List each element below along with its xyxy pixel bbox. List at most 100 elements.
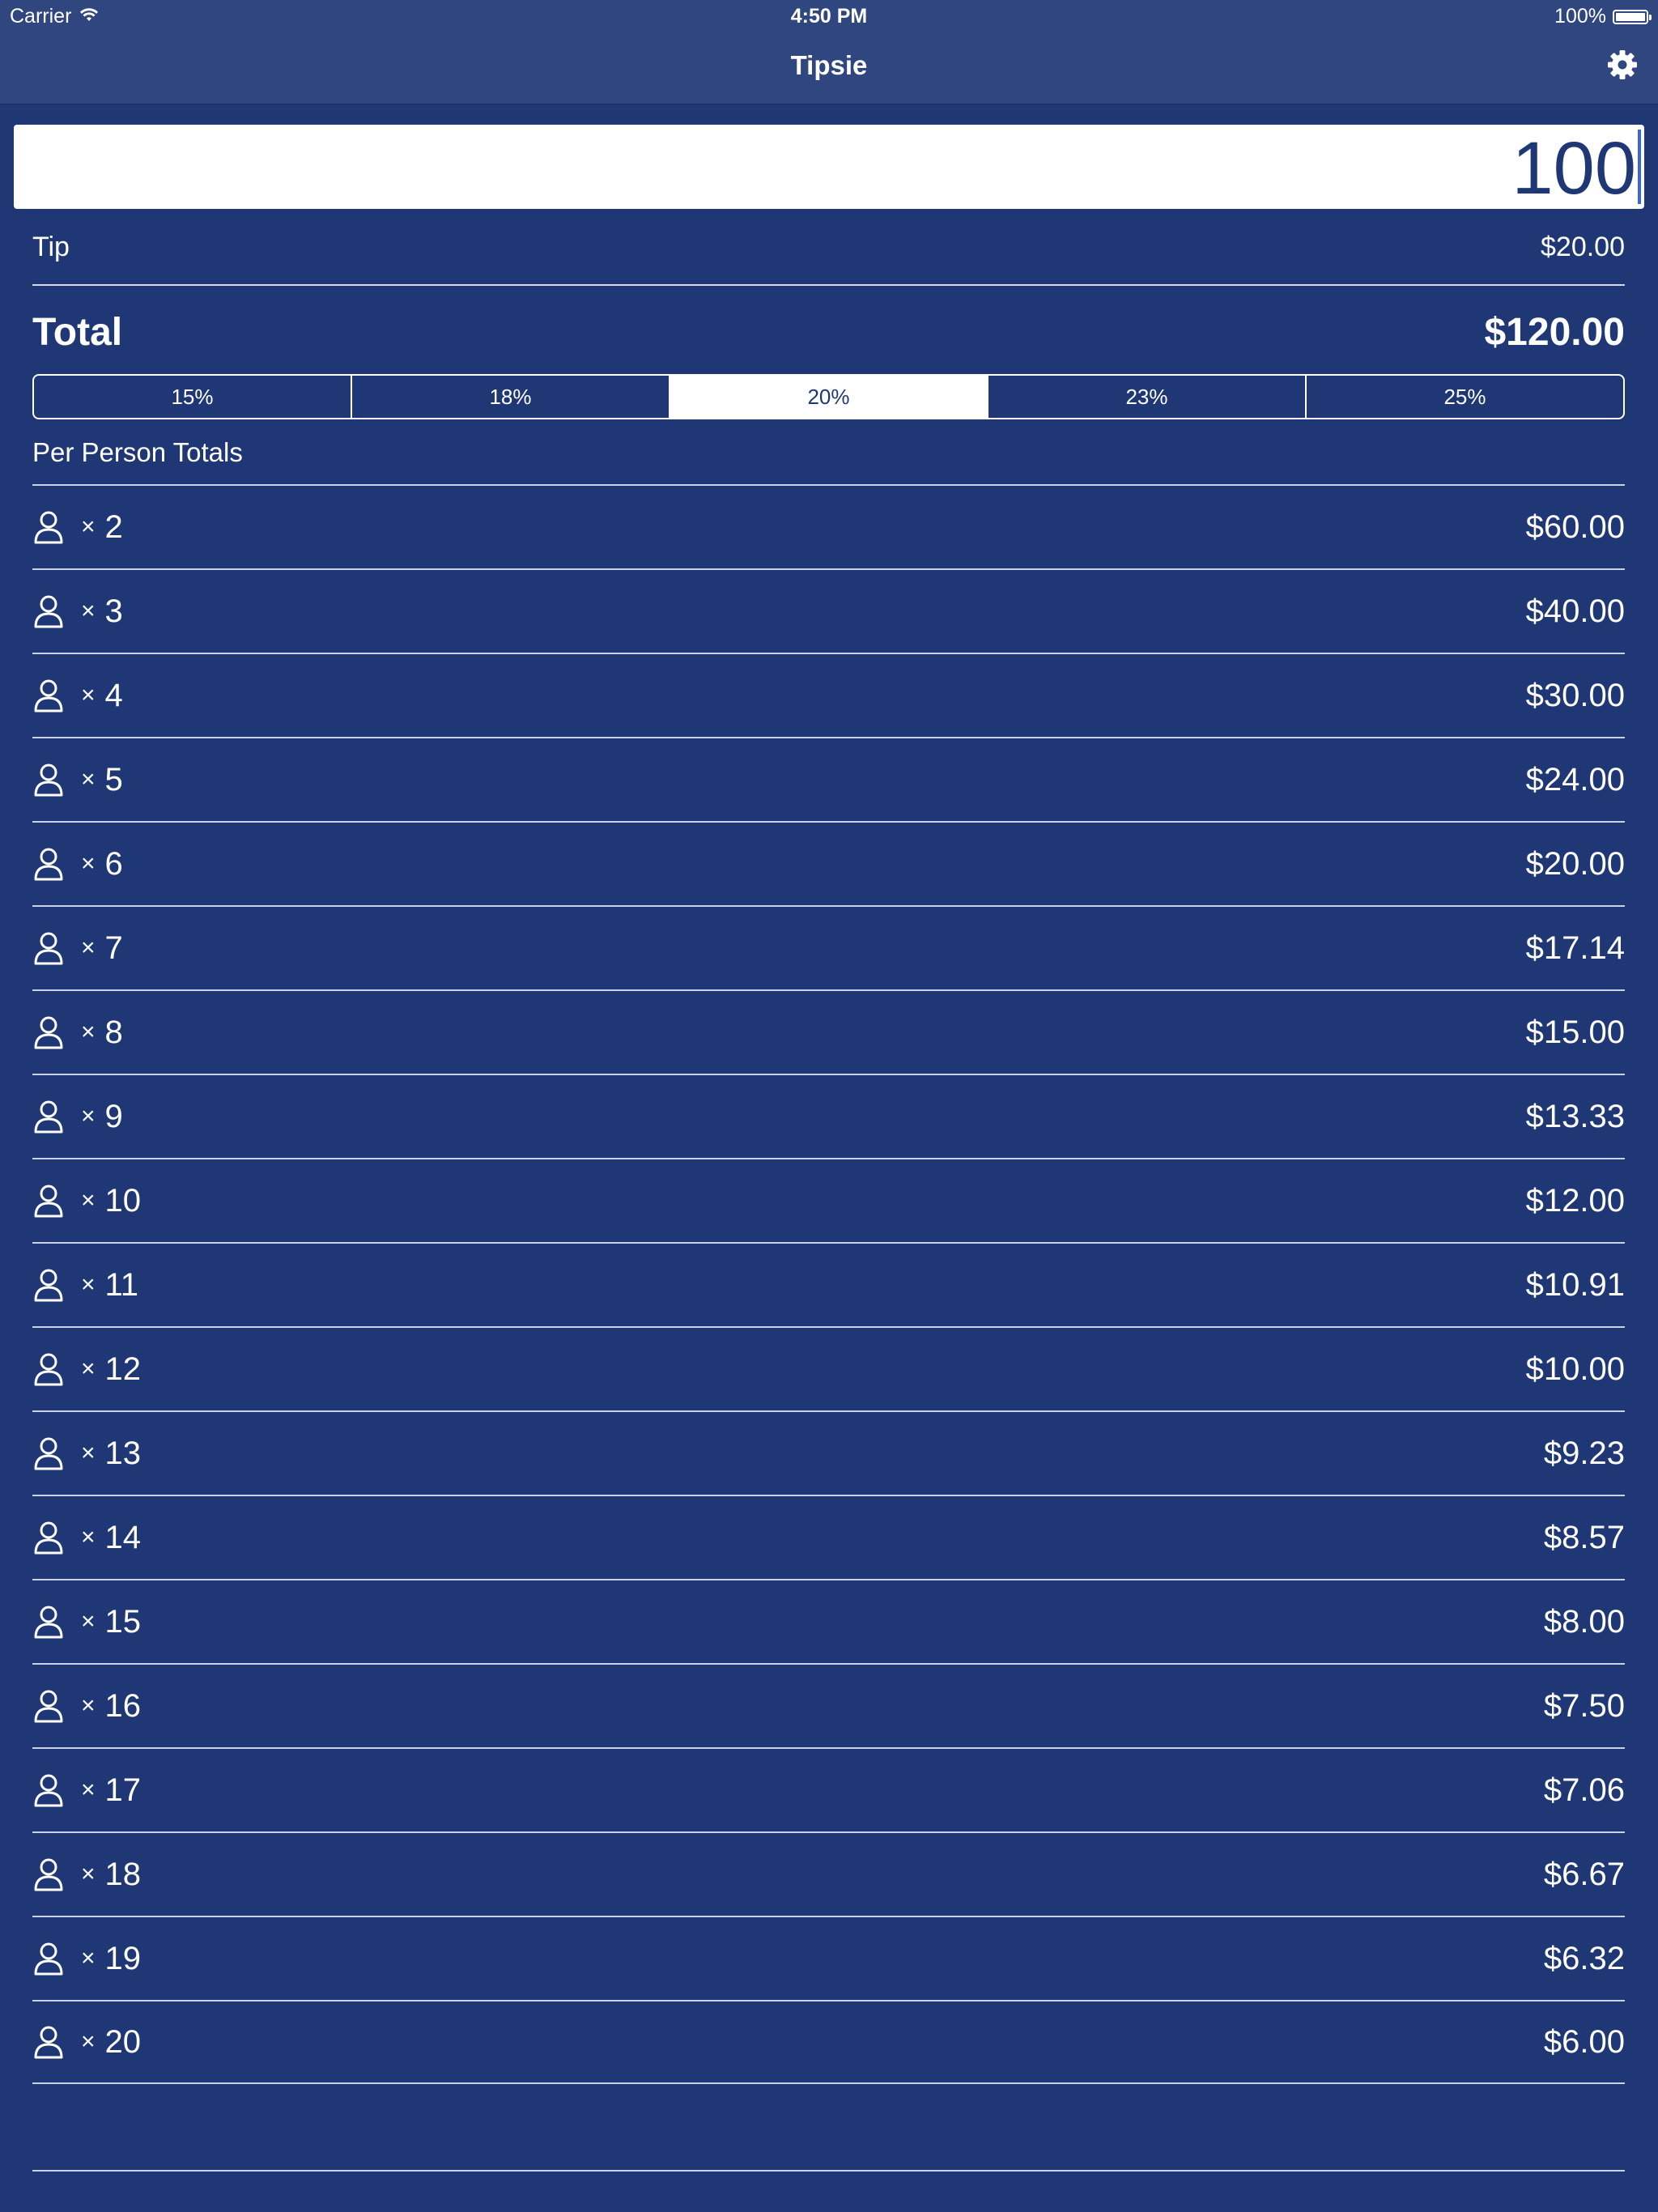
bill-amount-input[interactable]: 100 — [14, 125, 1644, 209]
person-icon — [32, 678, 65, 713]
list-item: × 20 $6.00 — [32, 2000, 1625, 2084]
times-symbol: × — [81, 1271, 96, 1298]
list-item-left: × 2 — [32, 509, 123, 546]
list-item: × 15 $8.00 — [32, 1579, 1625, 1663]
bill-amount-value: 100 — [1511, 127, 1637, 210]
times-symbol: × — [81, 1776, 96, 1803]
person-count: 16 — [104, 1687, 142, 1724]
person-icon — [32, 1183, 65, 1219]
text-caret — [1638, 130, 1641, 204]
total-row: Total $120.00 — [32, 308, 1625, 356]
status-bar: Carrier 4:50 PM 100% — [0, 0, 1658, 32]
list-item: × 11 $10.91 — [32, 1242, 1625, 1326]
person-icon — [32, 593, 65, 629]
tip-value: $20.00 — [1541, 231, 1625, 262]
person-icon — [32, 1351, 65, 1387]
person-count: 11 — [104, 1266, 139, 1303]
list-item: × 8 $15.00 — [32, 989, 1625, 1074]
list-item: × 10 $12.00 — [32, 1158, 1625, 1242]
per-person-list: × 2 $60.00 × 3 $40.00 × 4 $30.00 × 5 $24.00 × 6 $20.00… — [32, 484, 1625, 2084]
times-symbol: × — [81, 2028, 96, 2055]
person-count: 14 — [104, 1519, 142, 1555]
times-symbol: × — [81, 1103, 96, 1129]
total-label: Total — [32, 310, 123, 354]
per-person-amount: $8.00 — [1543, 1603, 1625, 1640]
person-count: 18 — [104, 1856, 142, 1892]
tip-option-25-percent[interactable]: 25% — [1307, 376, 1623, 418]
list-item-left: × 8 — [32, 1015, 123, 1051]
times-symbol: × — [81, 1945, 96, 1972]
battery-icon — [1613, 9, 1652, 24]
list-item: × 5 $24.00 — [32, 737, 1625, 821]
per-person-header: Per Person Totals — [32, 437, 243, 467]
list-item: × 9 $13.33 — [32, 1074, 1625, 1158]
person-count: 12 — [104, 1351, 142, 1387]
list-item: × 12 $10.00 — [32, 1326, 1625, 1410]
times-symbol: × — [81, 1187, 96, 1214]
list-item: × 19 $6.32 — [32, 1916, 1625, 2000]
person-count: 9 — [104, 1098, 123, 1134]
person-icon — [32, 1941, 65, 1976]
tip-option-15-percent[interactable]: 15% — [34, 376, 352, 418]
per-person-amount: $12.00 — [1525, 1182, 1625, 1219]
list-item-left: × 12 — [32, 1351, 141, 1388]
list-item-left: × 11 — [32, 1267, 138, 1304]
per-person-amount: $7.06 — [1543, 1772, 1625, 1808]
person-count: 13 — [104, 1435, 142, 1471]
tip-label: Tip — [32, 231, 70, 262]
person-count: 6 — [104, 845, 123, 882]
times-symbol: × — [81, 1355, 96, 1382]
per-person-amount: $10.00 — [1525, 1351, 1625, 1387]
settings-button[interactable] — [1603, 47, 1642, 86]
person-count: 5 — [104, 761, 123, 798]
person-icon — [32, 509, 65, 545]
times-symbol: × — [81, 1692, 96, 1719]
list-item: × 18 $6.67 — [32, 1831, 1625, 1916]
tip-percent-segmented-control[interactable]: 15% 18% 20% 23% 25% — [32, 374, 1625, 419]
list-item: × 7 $17.14 — [32, 905, 1625, 989]
tip-option-20-percent[interactable]: 20% — [670, 376, 988, 418]
person-icon — [32, 1267, 65, 1303]
list-item: × 17 $7.06 — [32, 1747, 1625, 1831]
per-person-amount: $24.00 — [1525, 761, 1625, 798]
tip-option-23-percent[interactable]: 23% — [988, 376, 1307, 418]
list-item-left: × 20 — [32, 2024, 141, 2061]
battery-fill — [1616, 12, 1645, 21]
person-icon — [32, 762, 65, 798]
times-symbol: × — [81, 766, 96, 793]
list-item-left: × 4 — [32, 678, 123, 714]
tip-row: Tip $20.00 — [32, 228, 1625, 266]
list-item-left: × 17 — [32, 1772, 141, 1809]
list-item-left: × 9 — [32, 1099, 123, 1135]
person-count: 7 — [104, 929, 123, 966]
bottom-divider — [32, 2170, 1625, 2172]
list-item-left: × 16 — [32, 1688, 141, 1725]
per-person-amount: $15.00 — [1525, 1014, 1625, 1050]
list-item-left: × 10 — [32, 1183, 141, 1219]
list-item-left: × 3 — [32, 593, 123, 630]
list-item: × 3 $40.00 — [32, 568, 1625, 653]
per-person-amount: $7.50 — [1543, 1687, 1625, 1724]
list-item: × 16 $7.50 — [32, 1663, 1625, 1747]
times-symbol: × — [81, 598, 96, 624]
per-person-amount: $8.57 — [1543, 1519, 1625, 1555]
per-person-amount: $6.32 — [1543, 1940, 1625, 1976]
person-icon — [32, 1436, 65, 1471]
person-icon — [32, 1099, 65, 1134]
person-count: 15 — [104, 1603, 142, 1640]
per-person-amount: $6.67 — [1543, 1856, 1625, 1892]
list-item: × 13 $9.23 — [32, 1410, 1625, 1495]
per-person-amount: $20.00 — [1525, 845, 1625, 882]
person-count: 17 — [104, 1772, 142, 1808]
list-item-left: × 5 — [32, 762, 123, 798]
list-item-left: × 13 — [32, 1436, 141, 1472]
person-count: 4 — [104, 677, 123, 713]
status-time: 4:50 PM — [790, 5, 868, 28]
tip-divider — [32, 284, 1625, 286]
per-person-amount: $6.00 — [1543, 2023, 1625, 2060]
tip-option-18-percent[interactable]: 18% — [352, 376, 670, 418]
person-icon — [32, 1520, 65, 1555]
list-item: × 14 $8.57 — [32, 1495, 1625, 1579]
list-item-left: × 7 — [32, 930, 123, 967]
per-person-amount: $10.91 — [1525, 1266, 1625, 1303]
